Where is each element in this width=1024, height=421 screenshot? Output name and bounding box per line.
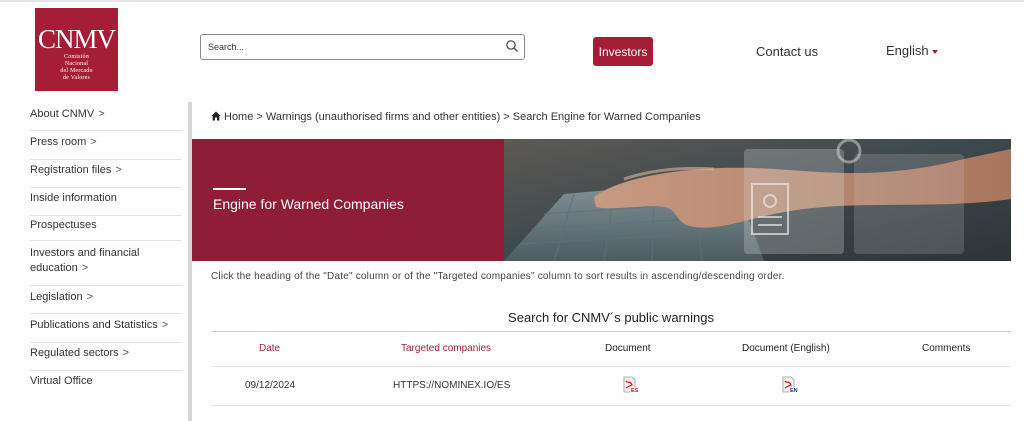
table-title: Search for CNMV´s public warnings [508,310,714,325]
logo-mark: CNMV [37,24,116,54]
sidebar-item-virtual-office[interactable]: Virtual Office [30,374,182,398]
breadcrumb-home-link[interactable]: Home [224,111,253,123]
pdf-language-tag: ES [631,388,639,394]
sidebar-item-label: Prospectuses [30,219,97,231]
sidebar-item-publications[interactable]: Publications and Statistics > [30,318,182,343]
language-selector[interactable]: English [886,43,938,58]
language-label: English [886,43,929,58]
cnmv-logo[interactable]: CNMV Comisión Nacional del Mercado de Va… [35,8,118,91]
comments-column-header: Comments [922,343,971,354]
home-icon [211,111,221,121]
row-company: HTTPS://NOMINEX.IO/ES [393,380,511,391]
sidebar-item-label: Legislation [30,291,83,303]
chevron-right-icon: > [161,319,169,331]
chevron-right-icon: > [81,262,89,274]
pdf-en-icon[interactable]: EN [781,376,799,394]
sidebar-item-label: Publications and Statistics [30,319,158,331]
sidebar-item-regulated-sectors[interactable]: Regulated sectors > [30,346,182,371]
targeted-companies-column-header[interactable]: Targeted companies [401,343,491,354]
logo-line: del Mercado [60,68,93,74]
investors-button[interactable]: Investors [593,37,653,66]
title-accent-line [213,188,246,190]
logo-subtitle: Comisión Nacional del Mercado de Valores [35,54,118,82]
sidebar-item-prospectuses[interactable]: Prospectuses [30,218,182,241]
site-header: CNMV Comisión Nacional del Mercado de Va… [0,2,1024,102]
chevron-right-icon: > [115,164,122,176]
date-column-header[interactable]: Date [259,343,280,354]
pdf-language-tag: EN [790,388,798,394]
chevron-right-icon: > [86,291,94,303]
logo-line: Comisión [64,54,89,60]
caret-down-icon [931,49,938,54]
sidebar-item-registration-files[interactable]: Registration files > [30,163,182,188]
breadcrumb-trail[interactable]: > Warnings (unauthorised firms and other… [253,111,700,123]
chevron-right-icon: > [90,136,97,148]
breadcrumb: Home > Warnings (unauthorised firms and … [211,111,701,123]
sidebar-item-investors-education[interactable]: Investors and financial education > [30,246,182,286]
logo-line: Nacional [64,61,89,67]
sidebar-item-label: Investors and financial [30,247,140,259]
search-input[interactable] [201,35,491,59]
row-date: 09/12/2024 [245,380,296,391]
sidebar-item-inside-information[interactable]: Inside information [30,191,182,216]
document-column-header: Document [605,343,651,354]
sidebar-item-label: education [30,262,78,274]
sidebar-nav: About CNMV > Press room > Registration fil… [0,102,192,421]
logo-line: de Valores [62,75,91,81]
chevron-right-icon: > [122,347,130,359]
header-divider [211,366,1011,367]
search-box [200,34,525,60]
table-divider [211,331,1011,332]
sort-hint: Click the heading of the "Date" column o… [211,271,785,282]
sidebar-item-label: Registration files [30,164,112,176]
sidebar-item-label: Press room [30,136,87,148]
sidebar-item-label: About CNMV [30,108,95,120]
row-divider [211,405,1011,406]
sidebar-item-about-cnmv[interactable]: About CNMV > [30,107,182,131]
sidebar-item-label: Inside information [30,192,117,204]
pdf-es-icon[interactable]: ES [622,376,640,394]
sidebar-item-label: Regulated sectors [30,347,119,359]
page-title: Engine for Warned Companies [213,196,404,212]
page-banner: Engine for Warned Companies [192,139,1011,261]
chevron-right-icon: > [98,108,105,120]
sidebar-item-label: Virtual Office [30,375,93,387]
contact-us-link[interactable]: Contact us [756,44,818,59]
sidebar-item-press-room[interactable]: Press room > [30,135,182,160]
document-english-column-header: Document (English) [742,343,830,354]
sidebar-item-legislation[interactable]: Legislation > [30,290,182,314]
laptop-photo [504,139,1011,261]
search-icon[interactable] [505,39,519,53]
